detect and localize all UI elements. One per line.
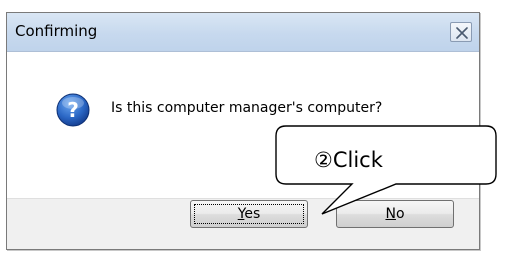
yes-button[interactable]: Yes bbox=[190, 200, 308, 228]
close-button[interactable] bbox=[450, 22, 472, 42]
no-mnemonic: N bbox=[385, 206, 396, 222]
dialog-content: ? Is this computer manager's computer? bbox=[7, 52, 479, 198]
callout-text: ②Click bbox=[314, 148, 383, 172]
no-button[interactable]: No bbox=[336, 200, 454, 228]
no-rest: o bbox=[395, 206, 405, 222]
dialog-message: Is this computer manager's computer? bbox=[111, 100, 383, 116]
close-icon bbox=[456, 27, 468, 39]
dialog-title: Confirming bbox=[15, 22, 98, 40]
svg-text:?: ? bbox=[67, 98, 79, 122]
yes-rest: es bbox=[244, 206, 261, 222]
question-icon: ? bbox=[56, 93, 90, 127]
no-button-label: No bbox=[385, 206, 404, 222]
dialog-titlebar: Confirming bbox=[7, 13, 479, 52]
yes-button-label: Yes bbox=[238, 206, 261, 222]
